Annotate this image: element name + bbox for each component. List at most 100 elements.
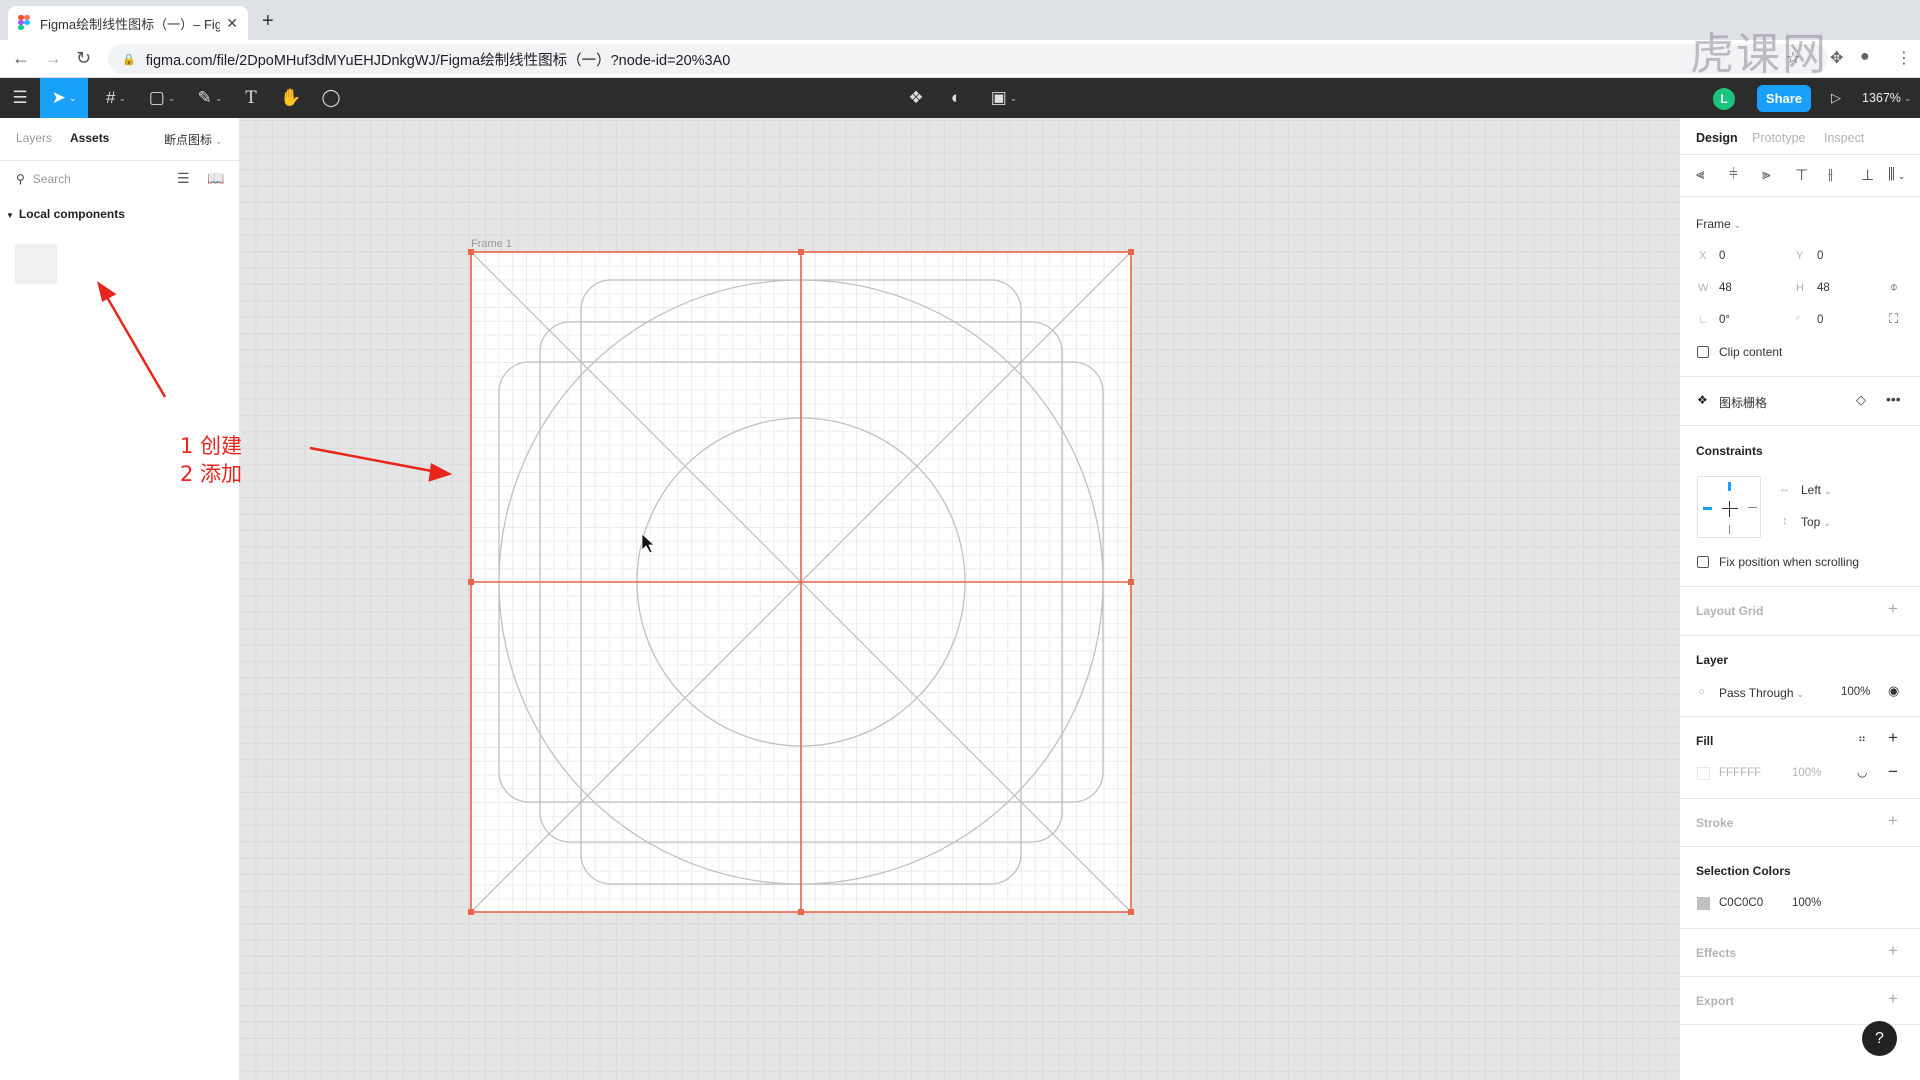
clip-content-checkbox[interactable] [1697,346,1709,358]
distribute-icon[interactable]: ⫼ ⌄ [1888,166,1905,183]
go-to-main-component-icon[interactable]: ◇ [1856,392,1866,408]
frame-preset-dropdown[interactable]: Frame ⌄ [1696,217,1741,231]
rotation-field[interactable]: 0° [1719,314,1730,326]
back-icon[interactable]: ← [12,48,30,69]
lock-icon: 🔒 [122,53,136,66]
constraint-top-line[interactable] [1728,482,1731,491]
watermark-logo: 虎课网 [1690,29,1828,80]
remove-fill-icon[interactable]: − [1888,762,1898,782]
constraint-center-v [1729,501,1730,517]
present-play-icon[interactable]: ▷ [1826,78,1846,118]
align-left-icon[interactable]: ⫷ [1696,166,1704,183]
zoom-level[interactable]: 1367% ⌄ [1862,78,1911,118]
align-vertical-center-icon[interactable]: ⫲ [1828,166,1833,183]
selection-color-hex[interactable]: C0C0C0 [1719,897,1763,909]
add-export-icon[interactable]: + [1888,989,1898,1009]
team-library-book-icon[interactable]: 📖 [207,170,224,187]
selection-color-swatch[interactable] [1697,897,1710,910]
y-field[interactable]: 0 [1817,250,1823,262]
tab-prototype[interactable]: Prototype [1752,131,1806,145]
divider [0,160,240,161]
fill-swatch[interactable] [1697,767,1710,780]
layer-opacity[interactable]: 100% [1841,686,1870,698]
close-tab-icon[interactable]: ✕ [226,15,238,32]
icon-grid-frame[interactable] [471,252,1131,912]
shape-tool[interactable]: ▢ ⌄ [142,78,182,118]
profile-icon[interactable]: ● [1860,48,1870,66]
constraint-right-line[interactable] [1748,507,1757,508]
comment-bubble-icon: ◯ [321,88,341,107]
radius-field[interactable]: 0 [1817,314,1823,326]
move-tool[interactable]: ➤ ⌄ [40,78,88,118]
frame-label[interactable]: Frame 1 [471,238,512,250]
style-grid-icon[interactable]: ⠶ [1858,732,1866,745]
height-field[interactable]: 48 [1817,282,1830,294]
tab-design[interactable]: Design [1696,131,1738,145]
fill-hex[interactable]: FFFFFF [1719,767,1761,779]
tab-inspect[interactable]: Inspect [1824,131,1864,145]
component-icon[interactable]: ❖ [902,78,930,118]
frame-tool[interactable]: # ⌄ [96,78,136,118]
component-name[interactable]: 图标栅格 [1719,394,1767,411]
new-tab-icon[interactable]: + [262,10,274,33]
clip-content-label: Clip content [1719,345,1783,359]
align-horizontal-center-icon[interactable]: ⫩ [1729,166,1738,183]
pen-tool[interactable]: ✎ ⌄ [190,78,230,118]
x-field[interactable]: 0 [1719,250,1725,262]
list-view-icon[interactable]: ☰ [177,170,190,187]
extensions-icon[interactable]: ✥ [1830,48,1843,68]
fix-position-checkbox[interactable] [1697,556,1709,568]
constraints-widget[interactable] [1697,476,1761,538]
selection-color-opacity[interactable]: 100% [1792,897,1821,909]
constraint-left-line[interactable] [1703,507,1712,510]
text-tool[interactable]: T [236,78,266,118]
tab-assets[interactable]: Assets [70,131,109,145]
export-title: Export [1696,994,1735,1008]
divider [1680,196,1920,197]
align-bottom-icon[interactable]: ⊥ [1861,166,1874,184]
pen-icon: ✎ [197,88,212,107]
layout-grid-title: Layout Grid [1696,604,1764,618]
align-top-icon[interactable]: ⊤ [1795,166,1808,184]
add-stroke-icon[interactable]: + [1888,811,1898,831]
tab-layers[interactable]: Layers [16,131,52,145]
browser-tab[interactable]: Figma绘制线性图标（一）– Fig ✕ [8,6,248,40]
width-field[interactable]: 48 [1719,282,1732,294]
vertical-constraint-value: Top [1801,515,1821,529]
local-components-section[interactable]: ▼ Local components [6,207,125,221]
vertical-constraint-dropdown[interactable]: Top ⌄ [1801,515,1831,529]
comment-tool[interactable]: ◯ [316,78,346,118]
divider [1680,798,1920,799]
browser-menu-icon[interactable]: ⋮ [1896,48,1912,68]
add-fill-icon[interactable]: + [1888,728,1898,748]
eye-hidden-icon[interactable]: ◡ [1857,765,1867,779]
reload-icon[interactable]: ↻ [76,48,91,69]
add-effect-icon[interactable]: + [1888,941,1898,961]
constrain-proportions-icon[interactable]: ⌽ [1890,279,1898,295]
align-right-icon[interactable]: ⫸ [1762,166,1770,183]
more-options-icon[interactable]: ••• [1886,391,1901,407]
hand-tool[interactable]: ✋ [276,78,306,118]
eye-visibility-icon[interactable]: ◉ [1888,683,1899,699]
url-field[interactable]: 🔒 figma.com/file/2DpoMHuf3dMYuEHJDnkgWJ/… [108,44,1828,74]
blend-mode-value: Pass Through [1719,686,1794,700]
stroke-title: Stroke [1696,816,1734,830]
blend-mode-dropdown[interactable]: Pass Through ⌄ [1719,686,1804,700]
user-avatar[interactable]: L [1713,88,1735,110]
share-button[interactable]: Share [1757,85,1811,112]
constraint-bottom-line[interactable] [1729,525,1730,534]
main-menu-icon[interactable]: ☰ [0,78,40,118]
horizontal-constraint-icon: ↔ [1779,483,1790,495]
horizontal-constraint-dropdown[interactable]: Left ⌄ [1801,483,1832,497]
fill-opacity[interactable]: 100% [1792,767,1821,779]
add-layout-grid-icon[interactable]: + [1888,599,1898,619]
boolean-ops-icon[interactable]: ▣ ⌄ [984,78,1024,118]
component-thumbnail[interactable] [15,244,57,284]
help-button[interactable]: ? [1862,1021,1897,1056]
assets-search[interactable]: ⚲ Search [16,172,71,186]
library-selector[interactable]: 断点图标 ⌄ [164,131,223,148]
contrast-mask-icon[interactable]: ◐ [942,78,970,118]
x-key: X [1699,250,1707,262]
independent-corners-icon[interactable]: ⛶ [1889,311,1898,327]
forward-icon[interactable]: → [44,48,62,69]
